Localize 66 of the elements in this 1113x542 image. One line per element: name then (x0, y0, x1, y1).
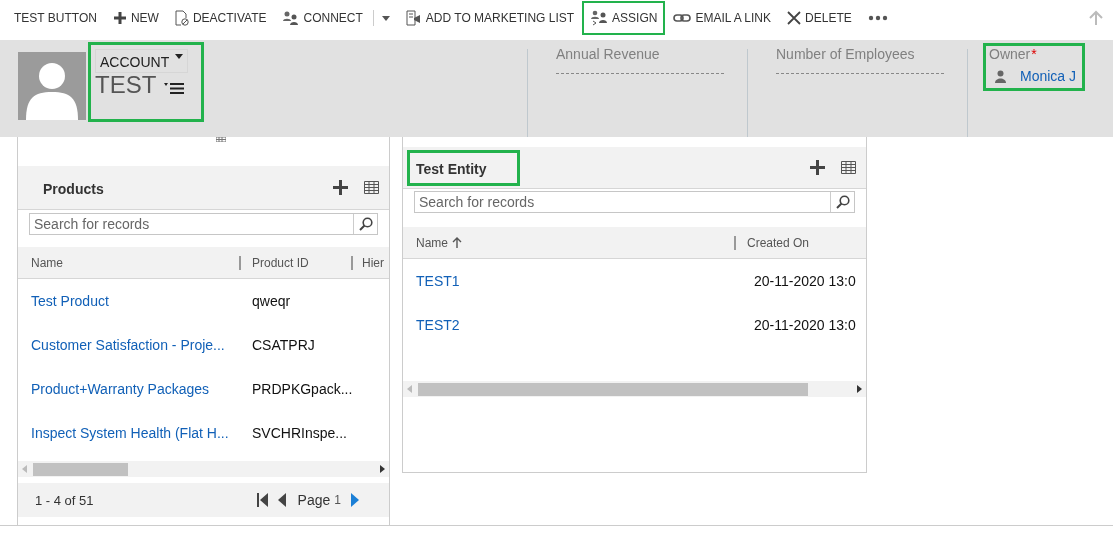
table-cell: qweqr (252, 293, 291, 309)
record-link[interactable]: TEST2 (403, 317, 754, 333)
table-cell: SVCHRInspe... (252, 425, 347, 441)
column-header[interactable]: Hier (353, 255, 384, 270)
sort-up-icon (452, 237, 462, 248)
grid-view-icon[interactable] (841, 161, 856, 174)
toolbar-button[interactable]: ADD TO MARKETING LIST (397, 1, 583, 35)
entity-type-dropdown[interactable]: ACCOUNT (95, 49, 189, 73)
record-link[interactable]: TEST1 (403, 273, 754, 289)
horizontal-scrollbar[interactable] (403, 381, 866, 397)
plus-icon (112, 11, 127, 25)
grid-icon[interactable] (216, 137, 226, 142)
toolbar-button[interactable]: ASSIGN (582, 1, 666, 35)
menu-icon[interactable] (164, 82, 185, 94)
record-link[interactable]: Product+Warranty Packages (18, 381, 252, 397)
subgrid-title: Products (42, 179, 105, 199)
scroll-right-icon[interactable] (380, 465, 385, 473)
column-header[interactable]: Created On (736, 235, 810, 250)
scroll-right-icon[interactable] (857, 385, 862, 393)
caret-icon (175, 54, 184, 59)
toolbar-button[interactable]: NEW (104, 1, 167, 35)
required-mark: * (1031, 46, 1037, 62)
people-icon (590, 10, 609, 26)
previous-page-icon[interactable] (277, 493, 286, 507)
column-header[interactable]: Product ID (241, 255, 353, 270)
caret-icon (381, 15, 390, 21)
field-label: Owner (989, 46, 1031, 62)
more-icon (867, 15, 888, 21)
table-cell: CSATPRJ (252, 337, 315, 353)
page-number: 1 (334, 493, 341, 507)
person-icon (995, 69, 1006, 83)
search-field[interactable]: Search for records (29, 213, 378, 235)
toolbar-button[interactable]: DELETE (779, 1, 860, 35)
subgrid-title: Test Entity (407, 149, 520, 186)
avatar-icon (18, 52, 86, 120)
record-name: TEST (95, 71, 157, 99)
field-label: Annual Revenue (556, 46, 660, 62)
first-page-icon[interactable] (255, 493, 268, 507)
close-icon (787, 11, 802, 25)
search-icon (835, 195, 850, 209)
record-link[interactable]: Test Product (18, 293, 252, 309)
page-label: Page (297, 492, 331, 508)
toolbar-button[interactable]: CONNECT (274, 1, 371, 35)
grid-view-icon[interactable] (364, 181, 379, 194)
add-icon[interactable] (333, 180, 348, 195)
table-cell: 20-11-2020 13:0 (754, 317, 856, 333)
table-cell: PRDPKGpack... (252, 381, 353, 397)
next-page-icon[interactable] (351, 493, 359, 507)
document-blocked-icon (174, 10, 189, 26)
search-icon (358, 217, 373, 231)
toolbar-button[interactable]: DEACTIVATE (166, 1, 275, 35)
field-label: Number of Employees (776, 46, 915, 62)
record-count: 1 - 4 of 51 (35, 492, 94, 508)
link-icon (673, 13, 692, 23)
horizontal-scrollbar[interactable] (18, 461, 389, 477)
column-header[interactable]: Name (18, 255, 241, 270)
record-link[interactable]: Customer Satisfaction - Proje... (18, 337, 252, 353)
owner-link[interactable]: Monica J (1020, 68, 1077, 84)
column-header[interactable]: Name (403, 235, 736, 250)
table-cell: 20-11-2020 13:0 (754, 273, 856, 289)
list-megaphone-icon (405, 10, 422, 26)
toolbar-button[interactable]: TEST BUTTON (6, 1, 105, 35)
add-icon[interactable] (810, 160, 825, 175)
record-link[interactable]: Inspect System Health (Flat H... (18, 425, 252, 441)
people-icon (282, 10, 300, 26)
toolbar-button[interactable]: EMAIL A LINK (665, 1, 780, 35)
